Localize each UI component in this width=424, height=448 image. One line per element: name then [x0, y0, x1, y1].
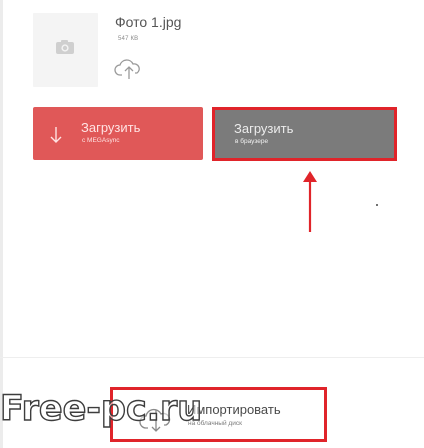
camera-icon	[56, 40, 74, 54]
download-arrow-icon	[50, 127, 62, 143]
section-divider	[0, 357, 424, 358]
browser-button-label: Загрузить	[234, 121, 294, 136]
download-megasync-button[interactable]: Загрузить с MEGAsync	[33, 107, 203, 160]
megasync-button-sublabel: с MEGAsync	[82, 137, 120, 144]
left-edge-rule	[0, 0, 3, 448]
browser-button-sublabel: в браузере	[235, 138, 269, 145]
file-size: 547 КВ	[118, 36, 139, 42]
megasync-button-label: Загрузить	[81, 120, 141, 135]
file-thumbnail	[33, 13, 98, 87]
watermark: Free-pc.ru	[0, 388, 203, 429]
stray-dot	[376, 204, 378, 206]
cloud-upload-icon[interactable]	[114, 58, 144, 82]
file-name: Фото 1.jpg	[115, 14, 182, 30]
red-arrow-up-icon	[303, 171, 317, 232]
download-browser-button[interactable]: Загрузить в браузере	[212, 107, 397, 161]
